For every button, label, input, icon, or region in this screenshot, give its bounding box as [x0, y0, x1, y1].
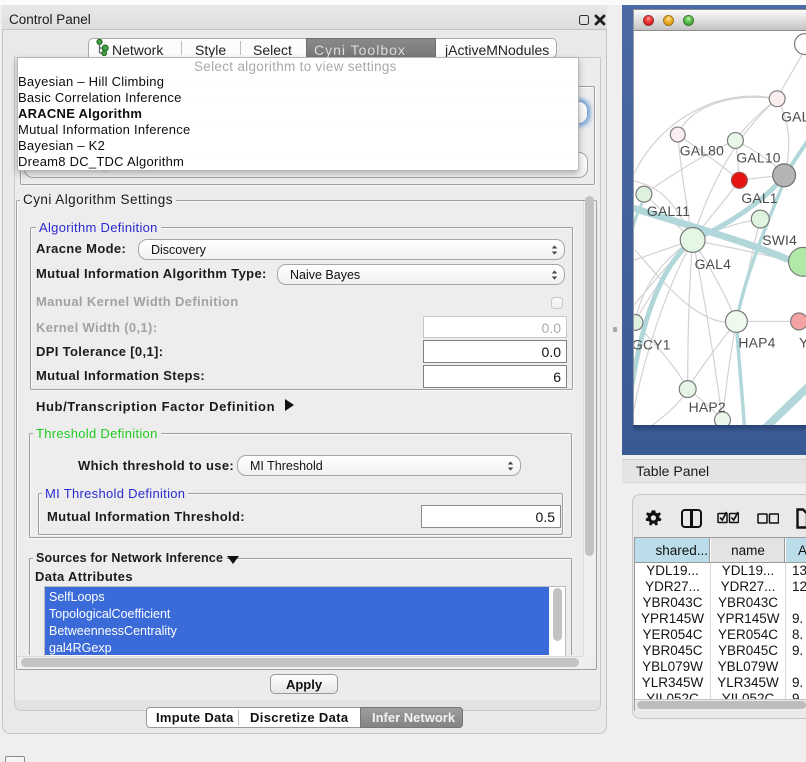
svg-text:HAP2: HAP2: [689, 399, 726, 415]
svg-text:GAL10: GAL10: [736, 149, 780, 165]
svg-text:YM: YM: [799, 334, 806, 350]
svg-text:GAL7: GAL7: [781, 109, 806, 125]
svg-text:HAP4: HAP4: [738, 334, 775, 350]
svg-text:SWI4: SWI4: [762, 232, 797, 248]
svg-text:GAL1: GAL1: [741, 190, 777, 206]
svg-text:GAL11: GAL11: [647, 203, 690, 219]
svg-text:GAL4: GAL4: [695, 256, 731, 272]
svg-text:GCY1: GCY1: [633, 336, 671, 352]
svg-text:GAL80: GAL80: [680, 142, 724, 158]
